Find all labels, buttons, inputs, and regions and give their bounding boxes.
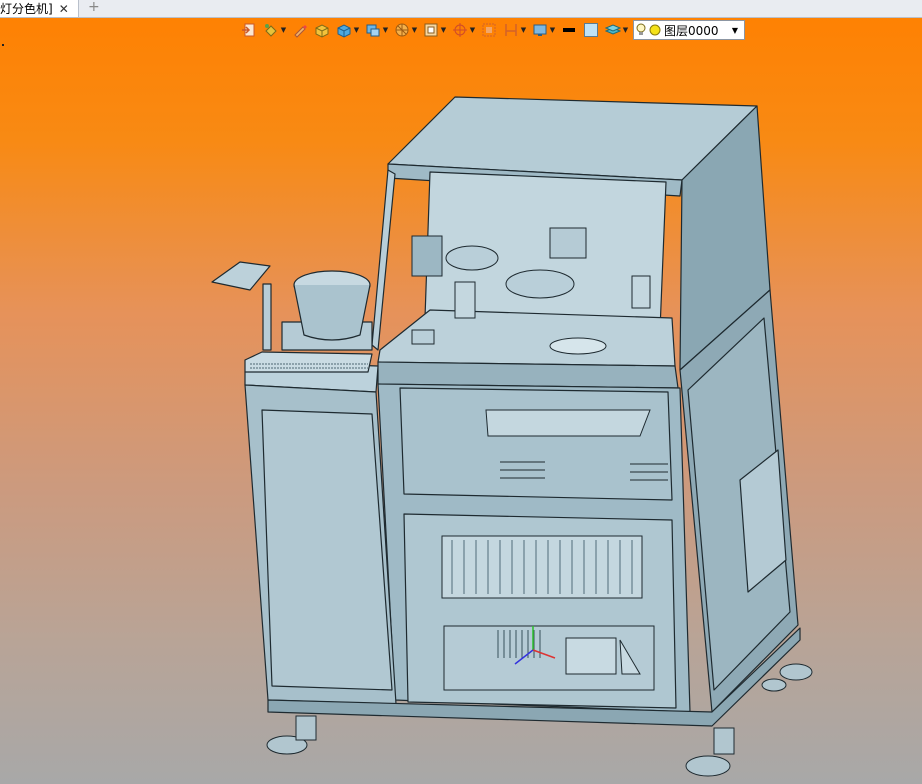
- tube-rack: [441, 535, 643, 599]
- cylinder-right: [631, 275, 651, 309]
- middle-tray: [485, 409, 651, 437]
- caster-front-right: [685, 755, 731, 777]
- hood-left-frame: [371, 169, 396, 351]
- rotary-table-1: [445, 245, 499, 271]
- middle-bay: [399, 387, 673, 501]
- caster-back-right: [779, 663, 813, 681]
- motor-block: [549, 227, 587, 259]
- deck-hole: [549, 337, 607, 355]
- cad-viewport[interactable]: [0, 0, 922, 784]
- left-cabinet-door: [261, 409, 393, 691]
- front-latch: [411, 329, 435, 345]
- caster-back-mid: [761, 678, 787, 692]
- rotary-table-2: [505, 269, 575, 299]
- keyboard-tray: [244, 351, 373, 373]
- arm-post: [262, 283, 272, 351]
- cylinder-left: [454, 281, 476, 319]
- left-gate: [411, 235, 443, 277]
- arm-plate: [211, 261, 271, 291]
- bowl-body: [293, 284, 371, 341]
